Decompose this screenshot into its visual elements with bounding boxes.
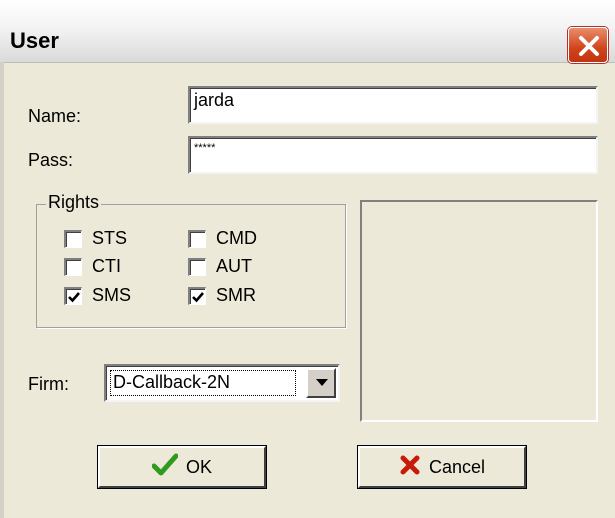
window-left-border (0, 62, 4, 518)
firm-dropdown-value: D-Callback-2N (110, 370, 296, 396)
checkbox-smr[interactable]: SMR (188, 285, 256, 306)
firm-dropdown-arrow-button[interactable] (306, 368, 336, 398)
name-field[interactable]: jarda (188, 86, 598, 124)
name-label: Name: (28, 106, 82, 126)
user-dialog: User Name: jarda Pass: ***** Rights STS … (0, 0, 615, 518)
checkbox-cti[interactable]: CTI (64, 256, 121, 277)
checkbox-sts-label: STS (92, 228, 128, 248)
ok-button[interactable]: OK (98, 446, 266, 488)
pass-label: Pass: (28, 150, 74, 170)
checkbox-cmd-box[interactable] (188, 229, 206, 248)
checkbox-sms-label: SMS (92, 285, 132, 305)
x-icon (399, 454, 421, 481)
checkbox-cti-label: CTI (92, 256, 121, 276)
checkbox-sms[interactable]: SMS (64, 285, 131, 306)
password-field[interactable]: ***** (188, 136, 598, 174)
side-panel (360, 200, 598, 422)
checkbox-sts[interactable]: STS (64, 228, 127, 249)
rights-group-title: Rights (46, 192, 102, 213)
checkmark-icon (68, 291, 80, 302)
checkbox-cmd[interactable]: CMD (188, 228, 257, 249)
checkbox-smr-label: SMR (216, 285, 256, 305)
checkbox-smr-box[interactable] (188, 286, 206, 305)
checkmark-icon (192, 291, 204, 302)
close-button[interactable] (568, 27, 608, 63)
checkbox-cti-box[interactable] (64, 257, 82, 276)
firm-dropdown[interactable]: D-Callback-2N (104, 364, 340, 402)
cancel-button[interactable]: Cancel (358, 446, 526, 488)
checkbox-cmd-label: CMD (216, 228, 257, 248)
checkbox-aut-box[interactable] (188, 257, 206, 276)
checkmark-icon (151, 453, 179, 482)
cancel-button-label: Cancel (428, 456, 486, 477)
close-icon (579, 36, 599, 56)
firm-label: Firm: (28, 374, 69, 394)
checkbox-sms-box[interactable] (64, 286, 82, 305)
checkbox-aut-label: AUT (216, 256, 252, 276)
title-bar[interactable]: User (0, 0, 615, 63)
chevron-down-icon (316, 379, 328, 386)
ok-button-label: OK (185, 456, 212, 477)
name-field-value: jarda (194, 90, 235, 110)
checkbox-aut[interactable]: AUT (188, 256, 252, 277)
window-title: User (10, 28, 59, 53)
checkbox-sts-box[interactable] (64, 229, 82, 248)
password-field-value: ***** (194, 142, 216, 154)
